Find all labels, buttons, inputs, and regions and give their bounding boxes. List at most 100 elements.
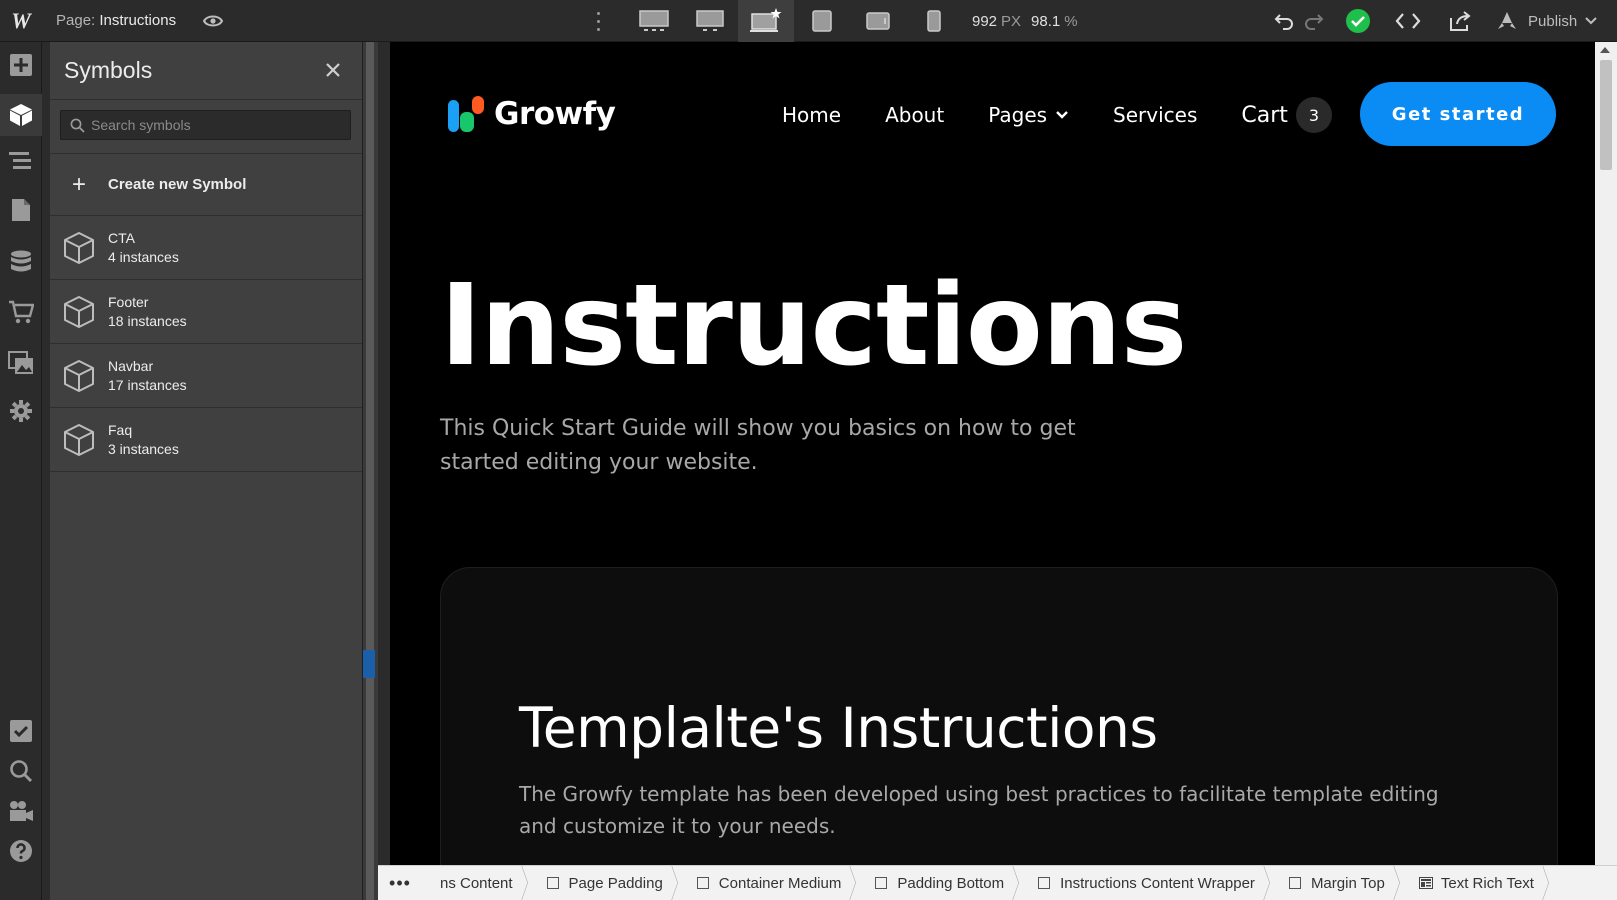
brand-name: Growfy <box>494 96 616 132</box>
symbol-name: Footer <box>108 294 149 310</box>
search-row <box>50 100 362 154</box>
publish-button[interactable]: Publish <box>1496 0 1597 42</box>
zoom-value: 98.1 <box>1031 13 1061 30</box>
canvas-scrollbar[interactable] <box>1595 42 1617 865</box>
element-breadcrumb: ••• ns Content Page Padding Container Me… <box>378 865 1617 900</box>
pages-icon[interactable] <box>0 189 42 231</box>
breadcrumb-item[interactable]: Padding Bottom <box>857 866 1020 900</box>
create-symbol-label: Create new Symbol <box>108 176 247 193</box>
canvas-dimensions: 992 PX 98.1% <box>972 13 1088 30</box>
symbol-count: 4 instances <box>108 249 179 265</box>
width-unit: PX <box>1001 13 1022 30</box>
div-block-icon <box>875 877 888 889</box>
breakpoint-mobile-portrait-icon[interactable] <box>906 0 962 42</box>
nav-cart-label: Cart <box>1241 102 1288 128</box>
symbol-cube-icon <box>64 423 94 456</box>
share-icon[interactable] <box>1444 0 1476 42</box>
growfy-logo-icon <box>448 96 484 132</box>
breadcrumb-item[interactable]: Text Rich Text <box>1401 866 1550 900</box>
breakpoint-base-icon[interactable] <box>738 0 794 42</box>
nav-pages-label: Pages <box>988 103 1048 127</box>
symbol-item-footer[interactable]: Footer 18 instances <box>50 280 362 344</box>
symbol-cube-icon <box>64 295 94 328</box>
chevron-down-icon <box>1585 17 1597 25</box>
div-block-icon <box>1038 877 1051 889</box>
rocket-icon <box>1498 12 1516 29</box>
breakpoint-tablet-icon[interactable] <box>794 0 850 42</box>
zoom-unit: % <box>1064 13 1078 30</box>
breakpoint-mobile-landscape-icon[interactable] <box>850 0 906 42</box>
scrollbar-thumb[interactable] <box>1600 60 1612 170</box>
panel-resize-gutter[interactable] <box>363 42 378 900</box>
breadcrumb-label: Text Rich Text <box>1440 874 1534 892</box>
nav-home-link[interactable]: Home <box>782 103 841 127</box>
breadcrumb-more-button[interactable]: ••• <box>378 866 422 900</box>
page-name: Instructions <box>99 12 177 29</box>
page-selector[interactable]: Page: Instructions <box>56 12 176 29</box>
breakpoint-desktop-icon[interactable] <box>682 0 738 42</box>
div-block-icon <box>696 877 709 889</box>
breadcrumb-label: Padding Bottom <box>897 874 1005 892</box>
breakpoint-large-desktop-icon[interactable] <box>626 0 682 42</box>
preview-eye-icon[interactable] <box>202 10 224 32</box>
scroll-up-arrow-icon[interactable] <box>1600 47 1610 53</box>
symbol-name: Navbar <box>108 358 154 374</box>
more-breakpoints-icon[interactable] <box>594 9 602 33</box>
panel-title: Symbols <box>64 57 153 83</box>
assets-images-icon[interactable] <box>0 342 42 384</box>
selection-indicator <box>363 650 375 678</box>
symbol-item-cta[interactable]: CTA 4 instances <box>50 216 362 280</box>
add-elements-icon[interactable] <box>0 44 42 86</box>
symbol-name: CTA <box>108 230 135 246</box>
close-icon[interactable] <box>322 59 344 81</box>
nav-cart-link[interactable]: Cart 3 <box>1241 97 1332 133</box>
breadcrumb-item[interactable]: Instructions Content Wrapper <box>1020 866 1271 900</box>
search-box <box>60 110 351 140</box>
breadcrumb-item[interactable]: Page Padding <box>529 866 679 900</box>
symbol-count: 3 instances <box>108 441 179 457</box>
cms-database-icon[interactable] <box>0 241 42 283</box>
breadcrumb-item[interactable]: ns Content <box>422 866 529 900</box>
search-icon[interactable] <box>0 750 42 792</box>
symbols-cube-icon[interactable] <box>0 94 42 136</box>
video-tutorials-icon[interactable] <box>0 790 42 832</box>
breadcrumb-item[interactable]: Container Medium <box>679 866 858 900</box>
tasks-checklist-icon[interactable] <box>0 710 42 752</box>
design-canvas[interactable]: Growfy Home About Pages Services Cart 3 … <box>390 42 1595 865</box>
navigator-icon[interactable] <box>0 140 42 182</box>
breadcrumb-item[interactable]: Margin Top <box>1271 866 1401 900</box>
site-brand[interactable]: Growfy <box>446 94 616 134</box>
site-status-check-icon[interactable] <box>1342 0 1374 42</box>
nav-about-link[interactable]: About <box>885 103 944 127</box>
div-block-icon <box>1288 877 1301 889</box>
cart-count-badge: 3 <box>1295 97 1332 133</box>
settings-gear-icon[interactable] <box>0 390 42 432</box>
breadcrumb-label: Instructions Content Wrapper <box>1060 874 1255 892</box>
symbol-item-navbar[interactable]: Navbar 17 instances <box>50 344 362 408</box>
help-icon[interactable] <box>0 830 42 872</box>
page-prefix: Page: <box>56 12 96 29</box>
symbol-count: 17 instances <box>108 377 187 393</box>
card-text: The Growfy template has been developed u… <box>519 782 1439 838</box>
search-icon <box>70 118 85 133</box>
search-symbols-input[interactable] <box>91 111 341 139</box>
panel-header: Symbols <box>50 42 362 100</box>
card-title: Templalte's Instructions <box>519 696 1158 760</box>
symbol-item-faq[interactable]: Faq 3 instances <box>50 408 362 472</box>
symbol-count: 18 instances <box>108 313 187 329</box>
rich-text-icon <box>1418 877 1433 889</box>
instructions-card: Templalte's Instructions The Growfy temp… <box>440 567 1558 865</box>
redo-icon[interactable] <box>1300 0 1328 42</box>
webflow-logo[interactable]: W <box>0 0 42 42</box>
undo-icon[interactable] <box>1270 0 1298 42</box>
breadcrumb-label: Container Medium <box>718 874 842 892</box>
breadcrumb-label: ns Content <box>440 874 513 892</box>
nav-pages-dropdown[interactable]: Pages <box>988 103 1069 127</box>
hero-title: Instructions <box>440 261 1187 391</box>
create-new-symbol-button[interactable]: + Create new Symbol <box>50 154 362 216</box>
ecommerce-cart-icon[interactable] <box>0 291 42 333</box>
chevron-down-icon <box>1056 111 1068 119</box>
nav-services-link[interactable]: Services <box>1113 103 1197 127</box>
get-started-button[interactable]: Get started <box>1360 82 1556 146</box>
code-export-icon[interactable] <box>1392 0 1424 42</box>
